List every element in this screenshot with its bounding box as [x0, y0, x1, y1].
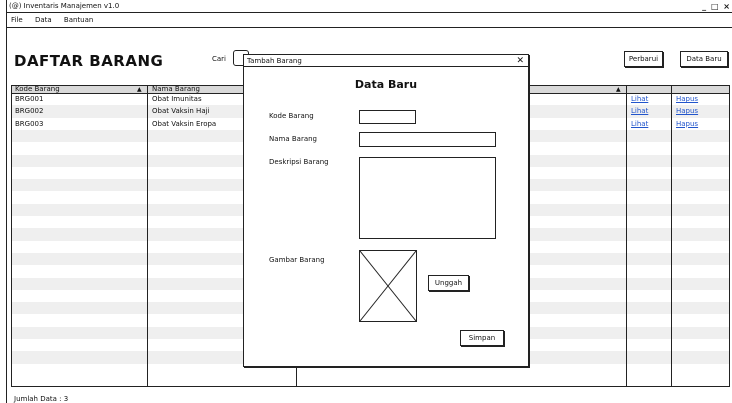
- upload-button[interactable]: Unggah: [428, 275, 469, 291]
- image-placeholder-icon: [359, 250, 417, 322]
- column-header-code[interactable]: Kode Barang: [15, 86, 60, 93]
- dialog-heading: Data Baru: [354, 78, 418, 91]
- cell-code: BRG003: [15, 119, 44, 128]
- column-divider: [147, 86, 148, 386]
- close-icon[interactable]: ✕: [516, 55, 524, 67]
- cell-name: Obat Vaksin Haji: [152, 107, 210, 116]
- menu-help[interactable]: Bantuan: [64, 16, 93, 24]
- menu-bar: File Data Bantuan: [7, 13, 732, 28]
- status-bar: Jumlah Data : 3: [14, 395, 69, 403]
- description-label: Deskripsi Barang: [269, 158, 329, 166]
- column-divider: [671, 86, 672, 386]
- add-item-dialog: Tambah Barang ✕ Data Baru Kode Barang Na…: [243, 54, 529, 367]
- window-controls[interactable]: _ □ ×: [702, 0, 731, 13]
- code-label: Kode Barang: [269, 112, 314, 120]
- page-title: DAFTAR BARANG: [14, 52, 164, 70]
- sort-indicator-icon[interactable]: ▲: [137, 86, 142, 93]
- cell-name: Obat Vaksin Eropa: [152, 119, 217, 128]
- view-link[interactable]: Lihat: [631, 118, 648, 130]
- dialog-title: Tambah Barang: [247, 57, 302, 65]
- save-button[interactable]: Simpan: [460, 330, 504, 346]
- cell-code: BRG001: [15, 95, 44, 103]
- cell-code: BRG002: [15, 107, 44, 116]
- cell-name: Obat Imunitas: [152, 95, 202, 103]
- name-label: Nama Barang: [269, 135, 317, 143]
- image-label: Gambar Barang: [269, 256, 325, 264]
- description-textarea[interactable]: [359, 157, 496, 239]
- code-input[interactable]: [359, 110, 416, 124]
- sort-indicator-icon-2[interactable]: ▲: [616, 86, 621, 93]
- name-input[interactable]: [359, 132, 496, 147]
- delete-link[interactable]: Hapus: [676, 93, 698, 105]
- new-data-button[interactable]: Data Baru: [680, 51, 728, 67]
- view-link[interactable]: Lihat: [631, 93, 648, 105]
- image-placeholder: [359, 250, 417, 322]
- menu-file[interactable]: File: [11, 16, 23, 24]
- column-header-name[interactable]: Nama Barang: [152, 86, 200, 93]
- dialog-title-bar: Tambah Barang ✕: [244, 55, 528, 67]
- delete-link[interactable]: Hapus: [676, 105, 698, 117]
- refresh-button[interactable]: Perbarui: [624, 51, 663, 67]
- delete-link[interactable]: Hapus: [676, 118, 698, 130]
- search-label: Cari: [212, 55, 226, 63]
- window-title: (@) Inventaris Manajemen v1.0: [9, 2, 120, 10]
- view-link[interactable]: Lihat: [631, 105, 648, 117]
- column-divider: [626, 86, 627, 386]
- title-bar: (@) Inventaris Manajemen v1.0 _ □ ×: [7, 0, 732, 13]
- menu-data[interactable]: Data: [35, 16, 52, 24]
